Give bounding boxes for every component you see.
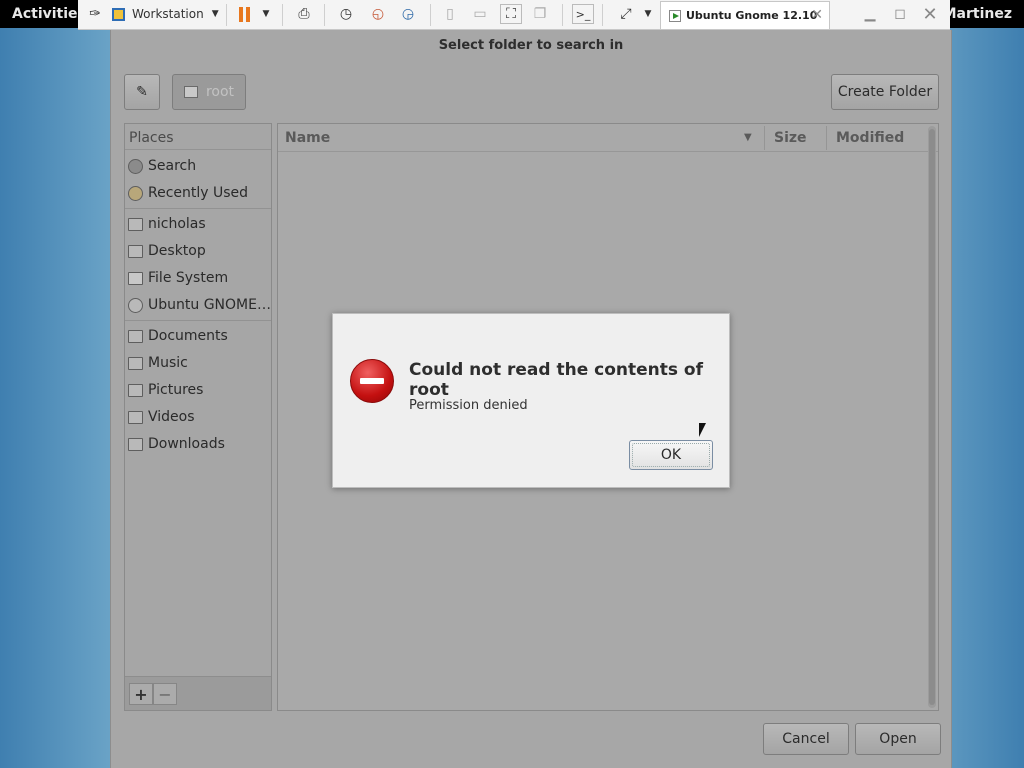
pause-icon[interactable] <box>234 4 254 24</box>
sidebar-item-label: Pictures <box>148 382 204 398</box>
view-dropdown-icon[interactable]: ▼ <box>642 4 654 24</box>
ok-button[interactable]: OK <box>629 440 713 470</box>
full-screen-icon[interactable]: ⤢ <box>616 4 636 24</box>
pencil-icon: ✎ <box>136 84 148 100</box>
column-modified[interactable]: Modified <box>836 130 904 146</box>
revert-snapshot-icon[interactable]: ◵ <box>368 4 388 24</box>
error-dialog: Could not read the contents of root Perm… <box>332 313 730 488</box>
folder-icon <box>128 437 143 451</box>
send-keys-icon[interactable]: ⎙ <box>294 4 314 24</box>
mouse-pointer-icon <box>699 423 706 437</box>
sidebar-item-label: Desktop <box>148 243 206 259</box>
type-location-button[interactable]: ✎ <box>124 74 160 110</box>
cancel-button[interactable]: Cancel <box>763 723 849 755</box>
sidebar-item-file-system[interactable]: File System <box>128 267 228 289</box>
sidebar-item-documents[interactable]: Documents <box>128 325 228 347</box>
close-tab-icon[interactable]: ✕ <box>811 7 823 23</box>
sidebar-item-videos[interactable]: Videos <box>128 406 195 428</box>
pin-icon[interactable]: ✑ <box>86 4 104 24</box>
folder-icon <box>128 383 143 397</box>
sidebar-item-nicholas[interactable]: nicholas <box>128 213 206 235</box>
drive-icon <box>128 271 143 285</box>
minimize-icon[interactable]: ▁ <box>860 4 880 24</box>
path-bar-label: root <box>205 84 235 100</box>
places-header: Places <box>125 124 271 150</box>
column-name[interactable]: Name <box>285 130 330 146</box>
sidebar-item-label: Search <box>148 158 197 174</box>
power-dropdown-icon[interactable]: ▼ <box>260 4 272 24</box>
sidebar-item-downloads[interactable]: Downloads <box>128 433 225 455</box>
sidebar-item-search[interactable]: Search <box>128 155 196 177</box>
file-list-header: Name ▼ Size Modified <box>278 124 938 152</box>
vm-running-icon <box>669 9 681 22</box>
sidebar-item-label: Videos <box>148 409 195 425</box>
places-footer: + − <box>125 676 271 710</box>
search-icon <box>128 158 143 174</box>
fit-guest-icon[interactable]: ⛶ <box>500 4 522 24</box>
folder-icon <box>128 244 143 258</box>
sidebar-item-label: Downloads <box>148 436 225 452</box>
sidebar-item-music[interactable]: Music <box>128 352 188 374</box>
sidebar-item-pictures[interactable]: Pictures <box>128 379 203 401</box>
sort-chevron-down-icon[interactable]: ▼ <box>744 132 752 143</box>
vm-tab-label: Ubuntu Gnome 12.10 <box>686 9 818 22</box>
error-icon <box>350 359 394 403</box>
sidebar-item-ubuntu-gnome[interactable]: Ubuntu GNOME… <box>128 294 271 316</box>
workstation-logo-icon <box>110 4 126 24</box>
sidebar-item-recently-used[interactable]: Recently Used <box>128 182 248 204</box>
home-folder-icon <box>128 217 143 231</box>
sidebar-item-desktop[interactable]: Desktop <box>128 240 206 262</box>
folder-icon <box>128 356 143 370</box>
user-menu[interactable]: Martinez <box>943 6 1012 22</box>
folder-icon <box>183 86 198 98</box>
sidebar-item-label: Documents <box>148 328 228 344</box>
vertical-scrollbar[interactable] <box>928 126 936 708</box>
vm-tab[interactable]: Ubuntu Gnome 12.10 ✕ <box>660 1 830 29</box>
folder-icon <box>128 410 143 424</box>
unity-icon[interactable]: ❐ <box>530 4 550 24</box>
sidebar-item-label: Ubuntu GNOME… <box>148 297 271 313</box>
activities-button[interactable]: Activities <box>12 6 86 22</box>
error-title: Could not read the contents of root <box>409 360 704 400</box>
clock-icon <box>128 185 143 201</box>
sidebar-item-label: nicholas <box>148 216 206 232</box>
path-bar-root-button[interactable]: root <box>172 74 246 110</box>
sidebar-item-label: Music <box>148 355 188 371</box>
workstation-menu[interactable]: Workstation ▼ <box>132 4 222 24</box>
maximize-icon[interactable]: ◻ <box>890 4 910 24</box>
open-button[interactable]: Open <box>855 723 941 755</box>
sidebar-toggle-icon[interactable]: ▯ <box>440 4 460 24</box>
snapshot-icon[interactable]: ◷ <box>336 4 356 24</box>
snapshot-manager-icon[interactable]: ◶ <box>398 4 418 24</box>
sidebar-item-label: File System <box>148 270 229 286</box>
create-folder-button[interactable]: Create Folder <box>831 74 939 110</box>
error-message: Permission denied <box>409 398 528 413</box>
disc-icon <box>128 297 143 313</box>
vmware-toolbar: ✑ Workstation ▼ ▼ ⎙ ◷ ◵ ◶ ▯ ▭ ⛶ ❐ >_ ⤢ ▼… <box>78 0 950 30</box>
console-view-icon[interactable]: >_ <box>572 4 594 24</box>
close-window-icon[interactable]: ✕ <box>920 4 940 25</box>
workstation-label: Workstation <box>132 7 204 21</box>
dialog-title: Select folder to search in <box>438 38 624 53</box>
column-size[interactable]: Size <box>774 130 807 146</box>
thumbnail-bar-icon[interactable]: ▭ <box>470 4 490 24</box>
folder-icon <box>128 329 143 343</box>
places-sidebar: Places Search Recently Used nicholas Des… <box>124 123 272 711</box>
add-bookmark-button[interactable]: + <box>129 683 153 705</box>
sidebar-item-label: Recently Used <box>148 185 249 201</box>
remove-bookmark-button[interactable]: − <box>153 683 177 705</box>
chevron-down-icon: ▼ <box>211 9 219 19</box>
